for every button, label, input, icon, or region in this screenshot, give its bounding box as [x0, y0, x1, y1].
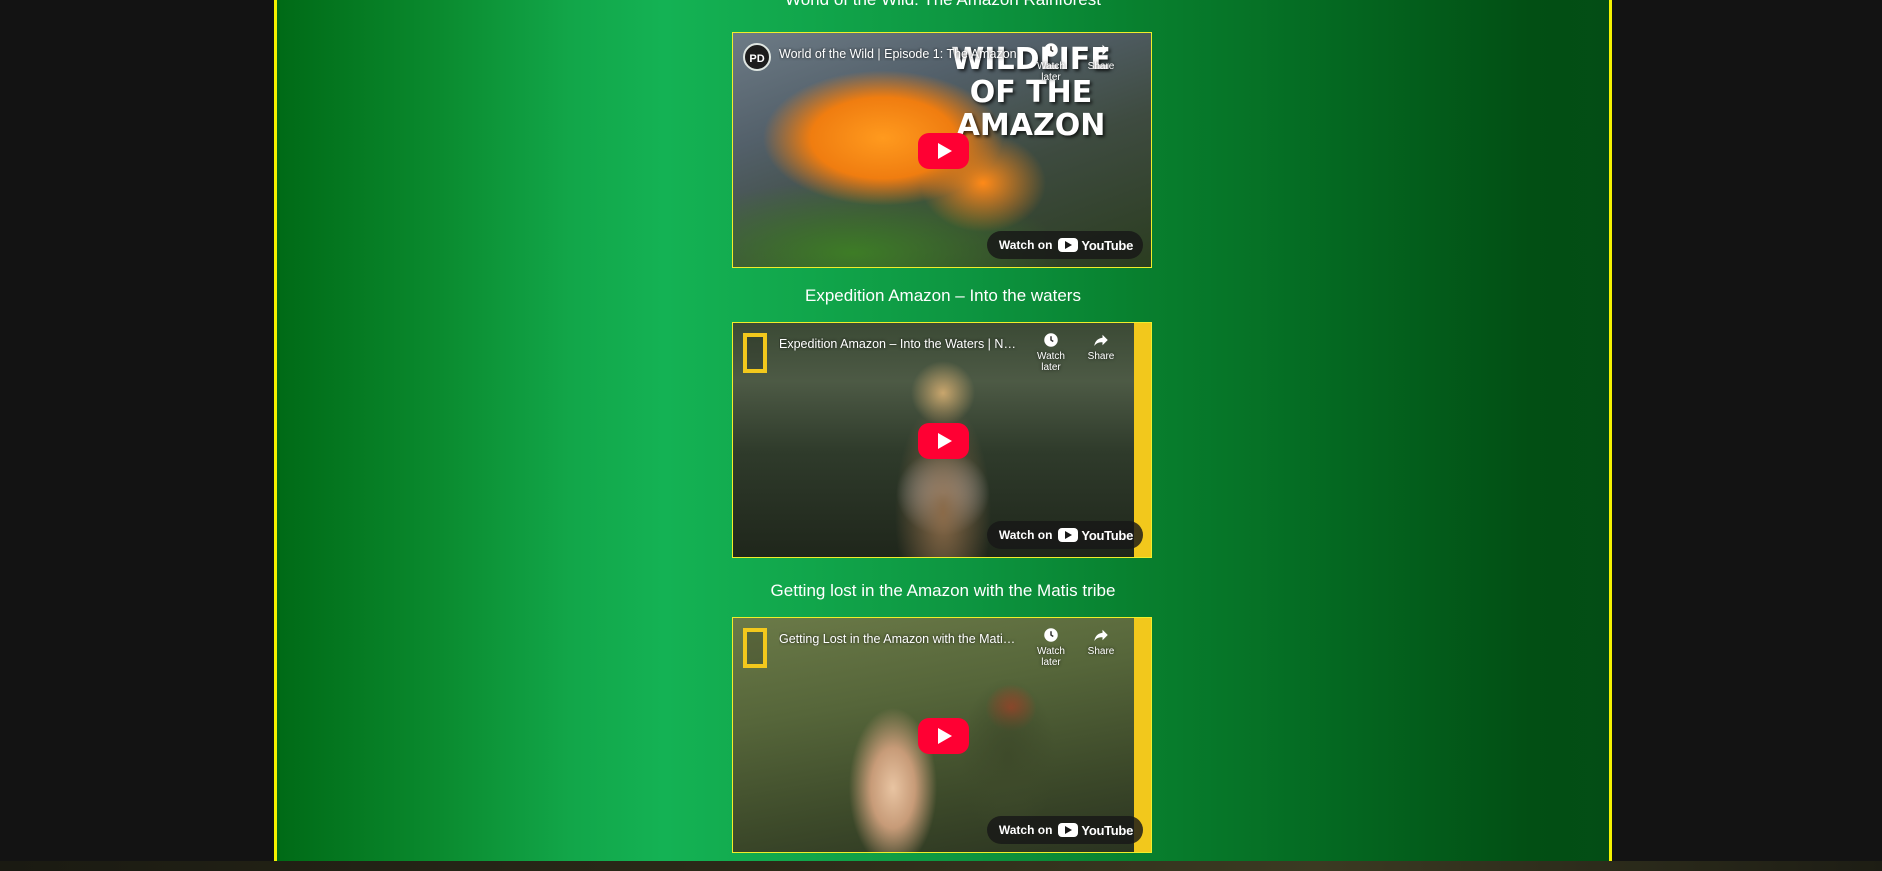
thumbnail-text-line: AMAZON	[956, 108, 1106, 143]
video-embed[interactable]: Expedition Amazon – Into the Waters | Na…	[732, 322, 1152, 558]
video-embed[interactable]: Getting Lost in the Amazon with the Mati…	[732, 617, 1152, 853]
watch-later-label: Watch later	[1037, 61, 1065, 83]
clock-icon	[1044, 628, 1058, 642]
watch-on-youtube-button[interactable]: Watch on YouTube	[986, 816, 1143, 844]
video-heading: World of the Wild: The Amazon Rainforest	[277, 0, 1609, 10]
youtube-wordmark: YouTube	[1081, 527, 1133, 543]
share-button[interactable]: Share	[1076, 331, 1126, 362]
natgeo-border-strip	[1134, 323, 1151, 557]
play-icon[interactable]	[918, 718, 969, 754]
youtube-play-icon	[1058, 528, 1079, 542]
youtube-logo-icon: YouTube	[1058, 823, 1133, 838]
watch-later-label: Watch later	[1037, 351, 1065, 373]
watch-on-label: Watch on	[998, 238, 1053, 252]
youtube-logo-icon: YouTube	[1058, 528, 1133, 543]
watch-on-label: Watch on	[998, 528, 1053, 542]
youtube-play-icon	[1058, 823, 1079, 837]
video-heading: Expedition Amazon – Into the waters	[805, 286, 1081, 305]
share-button[interactable]: Share	[1076, 626, 1126, 657]
channel-avatar[interactable]: PD	[743, 43, 771, 71]
share-icon	[1094, 44, 1108, 56]
share-label: Share	[1087, 351, 1115, 362]
clock-icon	[1044, 43, 1058, 57]
share-button[interactable]: Share	[1076, 41, 1126, 72]
share-label: Share	[1087, 646, 1115, 657]
natgeo-border-strip	[1134, 618, 1151, 852]
natgeo-logo-icon[interactable]	[743, 333, 767, 373]
watch-on-youtube-button[interactable]: Watch on YouTube	[986, 521, 1143, 549]
watch-later-button[interactable]: Watch later	[1026, 331, 1076, 373]
content-panel: World of the Wild: The Amazon Rainforest…	[274, 0, 1612, 861]
natgeo-logo-icon[interactable]	[743, 628, 767, 668]
youtube-wordmark: YouTube	[1081, 822, 1133, 838]
share-label: Share	[1087, 61, 1115, 72]
page-bottom-strip	[0, 861, 1882, 871]
watch-later-button[interactable]: Watch later	[1026, 626, 1076, 668]
watch-on-youtube-button[interactable]: Watch on YouTube	[986, 231, 1143, 259]
play-icon[interactable]	[918, 133, 969, 169]
video-heading: Getting lost in the Amazon with the Mati…	[770, 581, 1116, 600]
watch-later-label: Watch later	[1037, 646, 1065, 668]
share-icon	[1094, 334, 1108, 346]
video-overlay-title[interactable]: World of the Wild | Episode 1: The Amazo…	[779, 47, 1019, 61]
video-overlay-title[interactable]: Getting Lost in the Amazon with the Mati…	[779, 632, 1019, 646]
clock-icon	[1044, 333, 1058, 347]
youtube-logo-icon: YouTube	[1058, 238, 1133, 253]
watch-on-label: Watch on	[998, 823, 1053, 837]
share-icon	[1094, 629, 1108, 641]
video-embed[interactable]: WILDLIFE OF THE AMAZON PD World of the W…	[732, 32, 1152, 268]
youtube-play-icon	[1058, 238, 1079, 252]
play-icon[interactable]	[918, 423, 969, 459]
video-overlay-title[interactable]: Expedition Amazon – Into the Waters | Na…	[779, 337, 1019, 351]
watch-later-button[interactable]: Watch later	[1026, 41, 1076, 83]
youtube-wordmark: YouTube	[1081, 237, 1133, 253]
